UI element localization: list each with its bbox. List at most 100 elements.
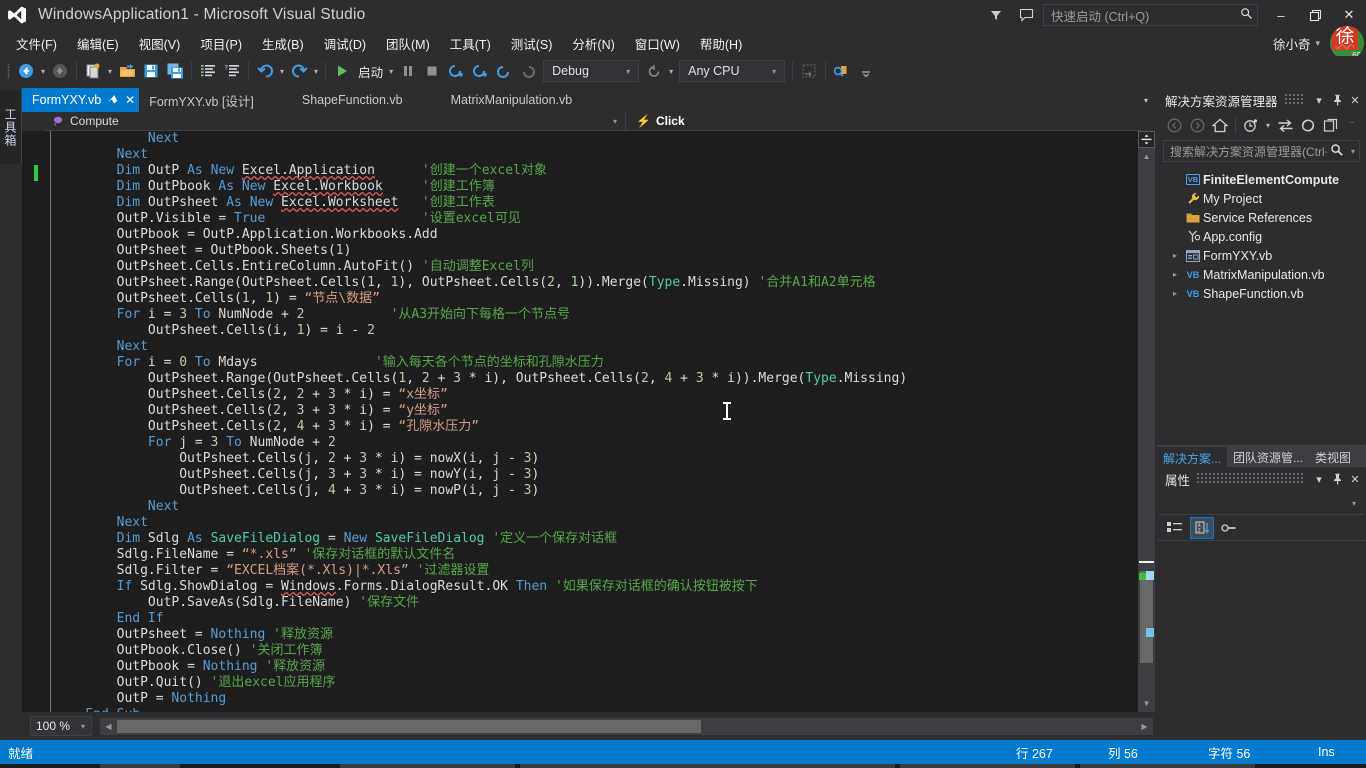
scroll-right-arrow-icon[interactable]: ▶ <box>1136 718 1153 735</box>
menu-item-project[interactable]: 项目(P) <box>190 31 252 56</box>
dock-tab-team-explorer[interactable]: 团队资源管... <box>1227 447 1309 467</box>
member-type-combo[interactable]: Compute ▾ <box>44 111 626 131</box>
start-button-label[interactable]: 启动 <box>354 62 386 81</box>
tree-item-project-root[interactable]: VB FiniteElementCompute <box>1157 170 1366 189</box>
menu-item-tools[interactable]: 工具(T) <box>440 31 501 56</box>
pending-changes-icon[interactable] <box>1240 114 1262 136</box>
menu-item-window[interactable]: 窗口(W) <box>625 31 690 56</box>
search-icon[interactable] <box>1327 143 1347 160</box>
menu-item-edit[interactable]: 编辑(E) <box>67 31 129 56</box>
chevron-down-icon[interactable]: ▾ <box>1310 469 1328 489</box>
solution-platform-combo[interactable]: Any CPU ▾ <box>679 60 786 82</box>
toolbox-tab[interactable]: 工具箱 <box>0 90 22 164</box>
new-project-icon[interactable] <box>81 59 105 83</box>
step-into-icon[interactable] <box>468 59 492 83</box>
chevron-down-icon[interactable]: ▾ <box>1310 90 1328 110</box>
solution-configuration-combo[interactable]: Debug ▾ <box>543 60 640 82</box>
scroll-down-arrow-icon[interactable]: ▼ <box>1138 695 1155 712</box>
tree-item-app-config[interactable]: App.config <box>1157 227 1366 246</box>
tree-item-my-project[interactable]: My Project <box>1157 189 1366 208</box>
start-debug-icon[interactable] <box>330 59 354 83</box>
chevron-down-icon[interactable]: ▾ <box>1352 499 1364 508</box>
tree-item-service-references[interactable]: Service References <box>1157 208 1366 227</box>
minimize-button[interactable]: – <box>1264 0 1298 30</box>
platform-pre-dropdown[interactable]: ▾ <box>666 67 676 76</box>
chevron-down-icon[interactable]: ▾ <box>1315 38 1320 49</box>
undo-dropdown[interactable]: ▾ <box>277 67 287 76</box>
chevron-down-icon[interactable]: ▾ <box>613 117 617 126</box>
zoom-level-combo[interactable]: 100 % ▾ <box>30 716 92 736</box>
alphabetical-icon[interactable]: AZ <box>1190 516 1214 539</box>
search-options-chevron-down-icon[interactable]: ▾ <box>1347 147 1359 156</box>
menu-item-help[interactable]: 帮助(H) <box>690 31 752 56</box>
editor-horizontal-scrollbar[interactable]: ◀ ▶ <box>100 717 1153 735</box>
menu-item-view[interactable]: 视图(V) <box>129 31 191 56</box>
panel-drag-dots[interactable] <box>1283 94 1304 106</box>
start-dropdown[interactable]: ▾ <box>386 67 396 76</box>
restart-icon[interactable] <box>444 59 468 83</box>
chevron-down-icon[interactable]: ▾ <box>77 722 89 731</box>
close-icon[interactable]: ✕ <box>125 93 135 107</box>
open-file-icon[interactable] <box>115 59 139 83</box>
show-all-files-icon[interactable] <box>1320 114 1342 136</box>
redo-icon[interactable] <box>287 59 311 83</box>
toolbar-overflow-icon[interactable] <box>854 59 878 83</box>
new-project-dropdown[interactable]: ▾ <box>105 67 115 76</box>
tab-overflow-chevron-down-icon[interactable]: ▾ <box>1137 88 1155 112</box>
undo-icon[interactable] <box>253 59 277 83</box>
menu-item-debug[interactable]: 调试(D) <box>314 31 376 56</box>
find-in-files-icon[interactable] <box>830 59 854 83</box>
quick-launch-input[interactable]: 快速启动 (Ctrl+Q) <box>1043 4 1258 26</box>
vertical-scroll-thumb[interactable] <box>1140 571 1153 663</box>
tree-item-matrixmanipulation-vb[interactable]: ▸ VB MatrixManipulation.vb <box>1157 265 1366 284</box>
overflow-icon[interactable]: ·· <box>1343 114 1365 136</box>
filter-icon[interactable] <box>981 0 1011 30</box>
maximize-restore-button[interactable] <box>1298 0 1332 30</box>
sync-with-active-document-icon[interactable] <box>1274 114 1296 136</box>
expander-icon[interactable]: ▸ <box>1167 289 1183 298</box>
chevron-down-icon[interactable]: ▾ <box>620 67 636 76</box>
properties-object-combo[interactable]: ▾ <box>1159 493 1364 515</box>
code-text[interactable]: Next Next Dim OutP As New Excel.Applicat… <box>54 131 1131 712</box>
categorized-icon[interactable] <box>1163 517 1187 539</box>
menu-item-analyze[interactable]: 分析(N) <box>562 31 624 56</box>
pin-icon[interactable]: ⚑ <box>105 92 121 108</box>
close-icon[interactable]: ✕ <box>1346 469 1364 489</box>
expander-icon[interactable]: ▸ <box>1167 251 1183 260</box>
chevron-down-icon[interactable]: ▾ <box>766 67 782 76</box>
uncomment-lines-icon[interactable]: ? <box>220 59 244 83</box>
toolbar-grip[interactable] <box>2 61 14 81</box>
feedback-icon[interactable] <box>1011 0 1041 30</box>
step-over-icon[interactable] <box>492 59 516 83</box>
navigate-backward-dropdown[interactable]: ▾ <box>38 67 48 76</box>
horizontal-scroll-thumb[interactable] <box>117 719 701 733</box>
scroll-left-arrow-icon[interactable]: ◀ <box>100 718 117 735</box>
refresh-icon[interactable] <box>1297 114 1319 136</box>
solution-explorer-search-input[interactable]: 搜索解决方案资源管理器(Ctrl+ ▾ <box>1163 140 1360 162</box>
expander-icon[interactable]: ▸ <box>1167 270 1183 279</box>
save-all-icon[interactable] <box>163 59 187 83</box>
close-icon[interactable]: ✕ <box>1346 90 1364 110</box>
tree-item-shapefunction-vb[interactable]: ▸ VB ShapeFunction.vb <box>1157 284 1366 303</box>
tab-matrixmanipulation-vb[interactable]: MatrixManipulation.vb <box>441 88 583 112</box>
menu-item-test[interactable]: 测试(S) <box>501 31 563 56</box>
scroll-up-arrow-icon[interactable]: ▲ <box>1138 148 1155 165</box>
tree-item-formyxy-vb[interactable]: ▸ FormYXY.vb <box>1157 246 1366 265</box>
code-editor[interactable]: Next Next Dim OutP As New Excel.Applicat… <box>22 131 1155 712</box>
user-name[interactable]: 徐小奇 <box>1273 34 1311 53</box>
menu-item-build[interactable]: 生成(B) <box>252 31 314 56</box>
navigate-forward-icon[interactable] <box>48 59 72 83</box>
home-icon[interactable] <box>1209 114 1231 136</box>
solution-tree[interactable]: VB FiniteElementCompute My Project Servi… <box>1157 166 1366 303</box>
tab-formyxy-vb-design[interactable]: FormYXY.vb [设计] <box>139 88 264 112</box>
menu-item-file[interactable]: 文件(F) <box>6 31 67 56</box>
pending-changes-dropdown-icon[interactable]: ▾ <box>1263 121 1273 130</box>
panel-drag-dots[interactable] <box>1196 473 1304 485</box>
pin-icon[interactable] <box>1328 469 1346 489</box>
search-icon[interactable] <box>1240 7 1253 23</box>
tab-formyxy-vb[interactable]: FormYXY.vb ⚑ ✕ <box>22 88 140 112</box>
dock-tab-class-view[interactable]: 类视图 <box>1309 447 1357 467</box>
save-icon[interactable] <box>139 59 163 83</box>
properties-icon[interactable] <box>1217 517 1241 539</box>
pin-icon[interactable] <box>1328 90 1346 110</box>
